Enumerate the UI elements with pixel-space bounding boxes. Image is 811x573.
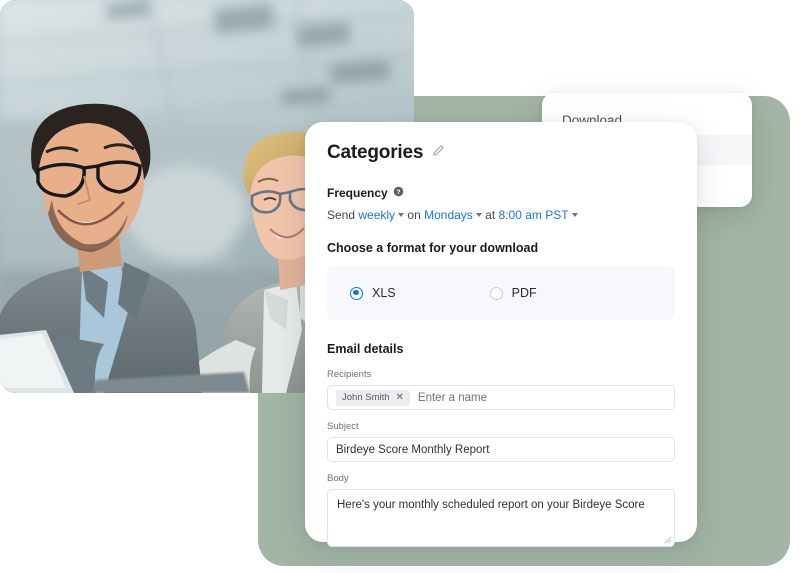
email-details-heading: Email details — [327, 342, 404, 356]
body-field: Body Here's your monthly scheduled repor… — [327, 473, 675, 547]
format-option-xls-label: XLS — [372, 286, 396, 300]
recipients-placeholder: Enter a name — [417, 391, 487, 404]
body-value: Here's your monthly scheduled report on … — [337, 499, 645, 511]
svg-text:?: ? — [396, 189, 400, 196]
pencil-icon[interactable] — [432, 144, 445, 162]
format-option-xls[interactable]: XLS — [350, 286, 396, 300]
radio-pdf[interactable] — [489, 286, 503, 300]
recipient-chip[interactable]: John Smith ✕ — [336, 389, 410, 406]
frequency-at: at — [485, 208, 496, 222]
recipients-label: Recipients — [327, 369, 372, 380]
categories-form-card: Categories Frequency ? Send weekly on Mo… — [305, 122, 697, 547]
recipient-chip-label: John Smith — [342, 392, 390, 403]
recipients-input[interactable]: John Smith ✕ Enter a name — [327, 385, 675, 410]
help-circle-icon[interactable]: ? — [393, 186, 404, 200]
close-icon[interactable]: ✕ — [396, 392, 404, 403]
frequency-prefix: Send — [327, 208, 356, 222]
frequency-sentence: Send weekly on Mondays at 8:00 am PST — [327, 208, 675, 222]
recipients-field: Recipients John Smith ✕ Enter a name — [327, 369, 675, 410]
resize-handle-icon[interactable] — [664, 536, 672, 544]
screenshot-root: Download Email Schedule Categories Frequ… — [0, 0, 811, 573]
chevron-down-icon[interactable] — [475, 213, 482, 217]
body-textarea[interactable]: Here's your monthly scheduled report on … — [327, 489, 675, 547]
chevron-down-icon[interactable] — [398, 213, 405, 217]
page-title: Categories — [327, 142, 424, 163]
format-option-pdf[interactable]: PDF — [489, 286, 537, 300]
frequency-mid: on — [407, 208, 421, 222]
radio-xls[interactable] — [350, 286, 363, 300]
format-options-group: XLS PDF — [327, 266, 675, 320]
subject-input[interactable]: Birdeye Score Monthly Report — [327, 437, 675, 462]
frequency-interval-select[interactable]: weekly — [358, 208, 395, 222]
subject-field: Subject Birdeye Score Monthly Report — [327, 421, 675, 462]
body-label: Body — [327, 473, 349, 484]
frequency-day-select[interactable]: Mondays — [424, 208, 473, 222]
format-option-pdf-label: PDF — [511, 286, 537, 300]
frequency-time-select[interactable]: 8:00 am PST — [499, 208, 569, 222]
subject-value: Birdeye Score Monthly Report — [336, 443, 490, 456]
frequency-label: Frequency — [327, 186, 388, 200]
subject-label: Subject — [327, 421, 359, 432]
chevron-down-icon[interactable] — [571, 213, 578, 217]
format-heading: Choose a format for your download — [327, 241, 539, 255]
frequency-label-row: Frequency ? — [327, 186, 675, 200]
card-header: Categories — [327, 142, 675, 164]
